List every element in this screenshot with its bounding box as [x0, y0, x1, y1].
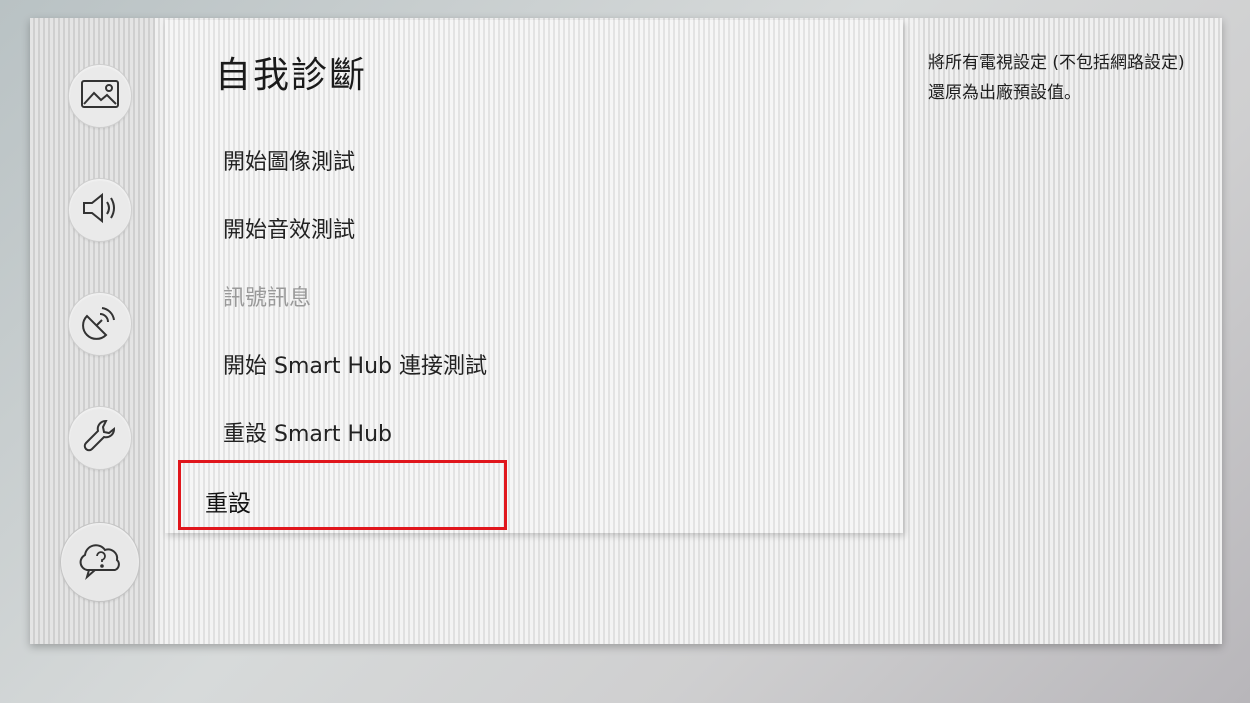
- settings-sidebar: [30, 18, 155, 644]
- description-text: 將所有電視設定 (不包括網路設定) 還原為出廠預設值。: [928, 53, 1185, 103]
- speaker-icon: [80, 191, 120, 229]
- description-panel: 將所有電視設定 (不包括網路設定) 還原為出廠預設值。: [920, 18, 1222, 644]
- selection-highlight: [178, 460, 507, 530]
- sidebar-item-broadcast[interactable]: [68, 292, 132, 356]
- menu-item-sound-test[interactable]: 開始音效測試: [223, 212, 355, 244]
- wrench-icon: [80, 416, 120, 460]
- menu-item-smart-hub-connection-test[interactable]: 開始 Smart Hub 連接測試: [223, 348, 487, 380]
- sidebar-item-sound[interactable]: [68, 178, 132, 242]
- sidebar-item-picture[interactable]: [68, 64, 132, 128]
- menu-panel: 自我診斷 開始圖像測試 開始音效測試 訊號訊息 開始 Smart Hub 連接測…: [165, 20, 935, 644]
- help-cloud-icon: [75, 540, 125, 584]
- menu-item-signal-info: 訊號訊息: [223, 286, 312, 311]
- tv-screen: 自我診斷 開始圖像測試 開始音效測試 訊號訊息 開始 Smart Hub 連接測…: [30, 18, 1222, 644]
- page-title: 自我診斷: [215, 55, 368, 96]
- picture-icon: [80, 79, 120, 113]
- satellite-dish-icon: [80, 302, 120, 346]
- sidebar-item-general[interactable]: [68, 406, 132, 470]
- menu-item-picture-test[interactable]: 開始圖像測試: [223, 144, 355, 176]
- menu-item-reset-smart-hub[interactable]: 重設 Smart Hub: [223, 416, 392, 448]
- sidebar-item-support[interactable]: [60, 522, 140, 602]
- self-diagnosis-menu: 自我診斷 開始圖像測試 開始音效測試 訊號訊息 開始 Smart Hub 連接測…: [165, 20, 903, 533]
